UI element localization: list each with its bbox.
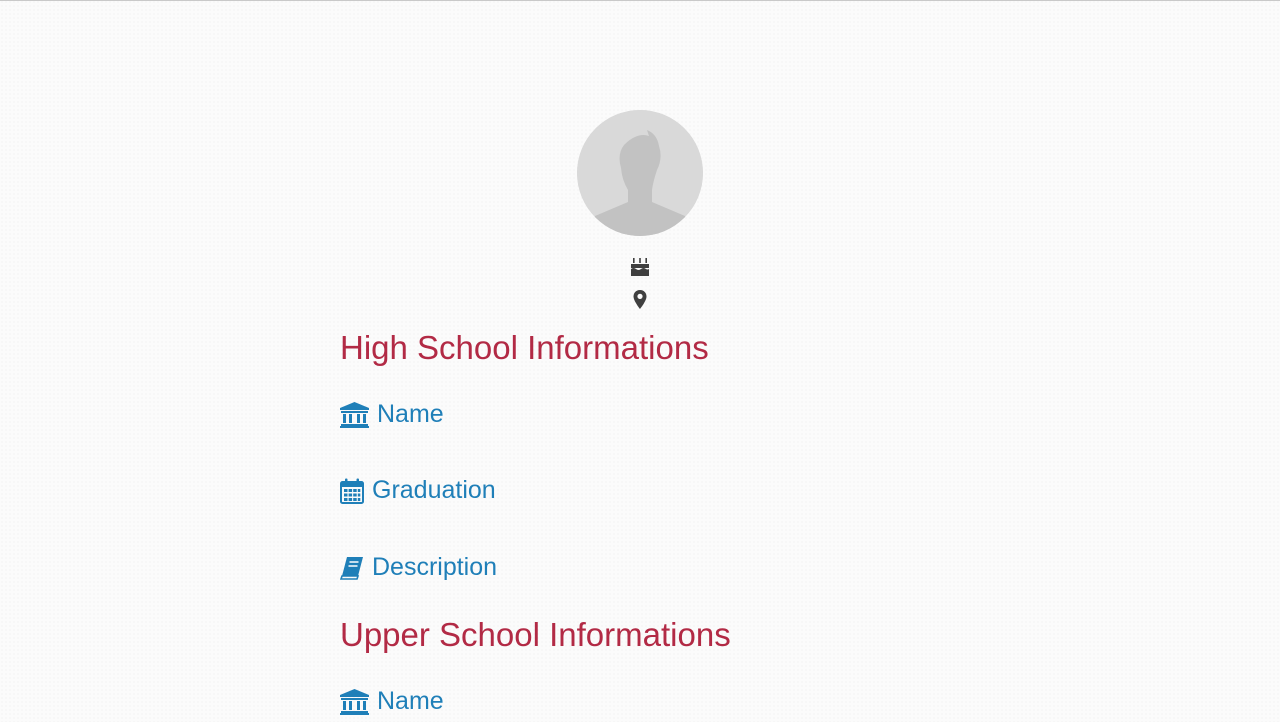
field-label-name: Name <box>377 687 444 715</box>
upper-school-section-title: Upper School Informations <box>340 616 731 653</box>
user-silhouette-icon <box>577 110 703 236</box>
top-divider <box>0 0 1280 1</box>
calendar-icon <box>340 478 364 504</box>
field-label-description: Description <box>372 553 498 581</box>
field-label-name: Name <box>377 400 444 428</box>
high-school-name-field: Name <box>340 400 444 429</box>
avatar <box>577 110 703 236</box>
upper-school-name-field: Name <box>340 687 444 716</box>
institution-icon <box>340 401 369 428</box>
map-marker-icon <box>628 290 652 315</box>
description-field: Description <box>340 553 497 582</box>
high-school-section-title: High School Informations <box>340 329 709 366</box>
birthday-cake-icon <box>628 256 652 283</box>
field-label-graduation: Graduation <box>372 476 496 504</box>
graduation-field: Graduation <box>340 476 496 505</box>
institution-icon <box>340 688 369 715</box>
book-icon <box>340 556 364 580</box>
